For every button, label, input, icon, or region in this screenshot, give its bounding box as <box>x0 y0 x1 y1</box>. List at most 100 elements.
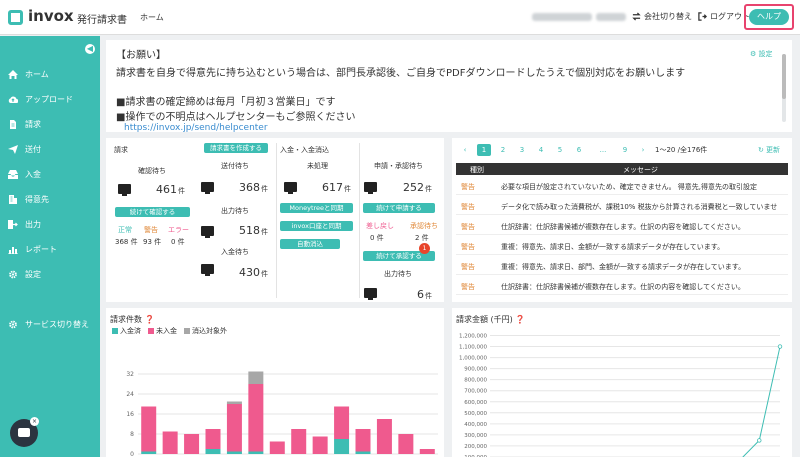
output-wait-label: 出力待ち <box>221 207 249 215</box>
pagination-page-2[interactable]: 2 <box>496 144 510 156</box>
help-highlight-frame: ヘルプ <box>744 4 794 30</box>
bar[interactable] <box>205 429 221 449</box>
bar[interactable] <box>291 429 307 454</box>
sidebar-item-report[interactable]: レポート <box>0 239 100 259</box>
sidebar-collapse-button[interactable]: ◀ <box>85 44 95 54</box>
export-icon <box>8 219 18 229</box>
invox-account-sync-button[interactable]: invox口座と同期 <box>280 221 353 231</box>
notice-title: 【お願い】 <box>116 50 166 61</box>
bar[interactable] <box>226 401 242 405</box>
pagination-page-9[interactable]: 9 <box>618 144 632 156</box>
table-row[interactable]: 警告 重複：得意先、請求日、部門、金額が一致する請求データが存在しています。 <box>456 256 788 275</box>
message-panel: ‹ 1 2 3 4 5 6 ... 9 › 1〜20 /全176件 ↻ 更新 種… <box>452 138 792 302</box>
create-invoice-button[interactable]: 請求書を作成する <box>204 143 268 153</box>
data-point[interactable] <box>777 344 783 349</box>
pagination-ellipsis: ... <box>599 146 607 154</box>
table-row[interactable]: 警告 データ化で読み取った消費税が、課税10% 税抜から計算される消費税と一致して… <box>456 196 788 215</box>
warning-count[interactable]: 93 件 <box>143 237 161 247</box>
app-logo-text[interactable]: invox <box>28 7 74 25</box>
invox-logo-icon[interactable] <box>8 10 23 25</box>
pagination-page-5[interactable]: 5 <box>553 144 567 156</box>
close-icon[interactable]: × <box>30 417 39 426</box>
sidebar-item-upload[interactable]: アップロード <box>0 89 100 109</box>
bar[interactable] <box>376 419 392 454</box>
error-count[interactable]: 0 件 <box>171 237 185 247</box>
notice-scrollbar[interactable] <box>782 54 786 122</box>
pagination-prev[interactable]: ‹ <box>460 144 470 156</box>
logout-button[interactable]: ログアウト <box>698 11 750 22</box>
row-message: 仕訳辞書：仕訳辞書候補が複数存在します。仕訳の内容を確認してください。 <box>501 283 745 291</box>
continue-apply-button[interactable]: 続けて申請する <box>363 203 435 213</box>
table-row[interactable]: 警告 仕訳辞書：仕訳辞書候補が複数存在します。仕訳の内容を確認してください。 <box>456 276 788 295</box>
bar[interactable] <box>312 436 328 455</box>
task-status-panel: 請求 請求書を作成する 確認待ち 461件 続けて確認する 正常 警告 エラー … <box>106 138 444 302</box>
pagination-page-1[interactable]: 1 <box>477 144 491 156</box>
moneytree-sync-button[interactable]: Moneytreeと同期 <box>280 203 353 213</box>
col-kind-header: 種別 <box>470 166 484 174</box>
pagination-page-3[interactable]: 3 <box>515 144 529 156</box>
y-tick-label: 0 <box>130 451 134 457</box>
pagination-page-4[interactable]: 4 <box>534 144 548 156</box>
pagination-page-6[interactable]: 6 <box>572 144 586 156</box>
sidebar-item-payment[interactable]: 入金 <box>0 164 100 184</box>
bar[interactable] <box>248 451 264 455</box>
sidebar-item-send[interactable]: 送付 <box>0 139 100 159</box>
sidebar-item-settings[interactable]: 設定 <box>0 264 100 284</box>
sidebar-item-label: 設定 <box>25 269 41 279</box>
bar[interactable] <box>419 449 435 454</box>
continue-confirm-button[interactable]: 続けて確認する <box>115 207 190 217</box>
sidebar-item-customers[interactable]: 得意先 <box>0 189 100 209</box>
scrollbar-thumb[interactable] <box>782 54 786 99</box>
unprocessed-label: 未処理 <box>307 162 328 170</box>
invoice-count-chart-panel: 請求件数 ❓ 入金済 未入金 消込対象外 0 8 16 24 32 <box>106 308 444 457</box>
nav-home-link[interactable]: ホーム <box>140 12 164 23</box>
refresh-button[interactable]: ↻ 更新 <box>752 144 786 156</box>
bar[interactable] <box>269 441 285 455</box>
table-row[interactable]: 警告 仕訳辞書：仕訳辞書候補が複数存在します。仕訳の内容を確認してください。 <box>456 216 788 235</box>
bar[interactable] <box>355 451 371 455</box>
bar[interactable] <box>184 434 200 454</box>
sidebar-item-home[interactable]: ホーム <box>0 64 100 84</box>
sidebar-item-label: 請求 <box>25 119 41 129</box>
returned-count[interactable]: 0 件 <box>370 233 384 243</box>
table-row[interactable]: 警告 重複：得意先、請求日、金額が一致する請求データが存在しています。 <box>456 236 788 255</box>
bar[interactable] <box>205 449 221 454</box>
sidebar-item-output[interactable]: 出力 <box>0 214 100 234</box>
bar[interactable] <box>141 451 157 455</box>
row-kind: 警告 <box>461 223 475 231</box>
sidebar-item-billing[interactable]: 請求 <box>0 114 100 134</box>
bar[interactable] <box>334 406 350 440</box>
y-tick-label: 700,000 <box>464 389 487 395</box>
monitor-icon <box>201 264 214 276</box>
table-row[interactable]: 警告 必要な項目が設定されていないため、確定できません。 得意先,得意先の取引設定 <box>456 176 788 195</box>
auto-clear-button[interactable]: 自動消込 <box>280 239 340 249</box>
bar[interactable] <box>226 404 242 452</box>
confirm-wait-label: 確認待ち <box>138 167 166 175</box>
help-button[interactable]: ヘルプ <box>749 9 789 25</box>
chat-support-button[interactable]: × <box>10 417 39 447</box>
deposit-heading: 入金・入金消込 <box>280 146 329 154</box>
normal-count[interactable]: 368 件 <box>115 237 138 247</box>
notice-line-3: ■操作での不明点はヘルプセンターもご参照ください <box>116 112 356 123</box>
divider <box>276 143 277 298</box>
bar[interactable] <box>226 451 242 455</box>
pagination-next[interactable]: › <box>638 144 648 156</box>
help-center-link[interactable]: https://invox.jp/send/helpcenter <box>124 123 268 132</box>
bar[interactable] <box>248 384 264 452</box>
building-icon <box>9 194 17 204</box>
bar[interactable] <box>355 429 371 452</box>
billing-heading: 請求 <box>114 146 128 154</box>
switch-company-button[interactable]: 会社切り替え <box>632 11 692 22</box>
row-message: 重複：得意先、請求日、部門、金額が一致する請求データが存在しています。 <box>501 263 746 271</box>
bar[interactable] <box>162 431 178 455</box>
row-kind: 警告 <box>461 183 475 191</box>
bar[interactable] <box>334 439 350 454</box>
approve-wait-count[interactable]: 2 件 <box>415 233 429 243</box>
bar[interactable] <box>141 406 157 452</box>
bar[interactable] <box>398 434 414 454</box>
bar[interactable] <box>248 371 264 385</box>
y-tick-label: 16 <box>126 411 134 418</box>
sidebar-item-service-switch[interactable]: サービス切り替え <box>0 314 100 334</box>
data-point[interactable] <box>757 438 762 443</box>
notice-settings-link[interactable]: ⚙ 設定 <box>750 49 773 59</box>
